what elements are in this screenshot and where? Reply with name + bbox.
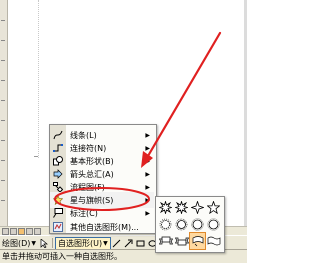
block-arrows-icon	[53, 169, 63, 179]
margin-corner	[34, 156, 38, 157]
draw-menu-button[interactable]: 绘图(D) ▼	[0, 237, 38, 249]
rectangle-tool-icon[interactable]	[136, 238, 146, 248]
menu-item-label: 基本形状(B)	[70, 156, 114, 166]
stars-banners-icon	[52, 194, 64, 205]
submenu-arrow-icon: ▶	[145, 144, 150, 152]
up-ribbon-icon[interactable]	[158, 233, 173, 249]
autoshapes-menu-button[interactable]: 自选图形(U) ▼	[55, 236, 111, 250]
right-edge	[244, 0, 247, 233]
select-arrow-icon[interactable]	[39, 238, 49, 248]
explosion-2-icon[interactable]	[174, 199, 189, 215]
down-ribbon-icon[interactable]	[174, 233, 189, 249]
status-text: 单击并拖动可插入一种自选图形。	[2, 252, 122, 261]
menu-item-label: 流程图(F)	[70, 182, 105, 192]
callouts-icon	[53, 208, 63, 218]
submenu-arrow-icon: ▶	[145, 157, 150, 165]
submenu-arrow-icon: ▶	[145, 196, 150, 204]
submenu-arrow-icon: ▶	[145, 170, 150, 178]
scroll-left-button[interactable]	[34, 228, 41, 235]
explosion-1-icon[interactable]	[158, 199, 173, 215]
star-4-icon[interactable]	[190, 199, 205, 215]
autoshapes-label: 自选图形(U)	[58, 238, 103, 248]
view-button-normal[interactable]	[2, 228, 9, 235]
submenu-arrow-icon: ▶	[145, 183, 150, 191]
draw-label: 绘图(D)	[2, 238, 31, 248]
submenu-arrow-icon: ▶	[145, 131, 150, 139]
connectors-icon	[53, 143, 63, 153]
stars-banners-submenu	[155, 196, 225, 253]
arrow-tool-icon[interactable]	[124, 238, 134, 248]
menu-item-more-autoshapes[interactable]: 其他自选图形(M)...	[50, 219, 154, 235]
star-32-icon[interactable]	[206, 216, 221, 232]
star-8-icon[interactable]	[158, 216, 173, 232]
lines-icon	[53, 130, 63, 140]
autoshapes-menu: 线条(L) ▶ 连接符(N) ▶ 基本形状(B) ▶ 箭头总汇(A) ▶ 流程图…	[49, 124, 157, 234]
submenu-arrow-icon: ▶	[145, 209, 150, 217]
view-button-web[interactable]	[10, 228, 17, 235]
basic-shapes-icon	[53, 156, 63, 166]
menu-item-label: 连接符(N)	[70, 143, 107, 153]
line-tool-icon[interactable]	[112, 238, 122, 248]
curved-ribbon-icon[interactable]	[189, 232, 206, 250]
menu-item-label: 线条(L)	[70, 130, 97, 140]
star-16-icon[interactable]	[174, 216, 189, 232]
menu-item-label: 箭头总汇(A)	[70, 169, 114, 179]
more-autoshapes-icon	[53, 222, 63, 232]
star-24-icon[interactable]	[190, 216, 205, 232]
flowchart-icon	[53, 182, 64, 193]
menu-item-label: 星与旗帜(S)	[70, 195, 114, 205]
menu-item-label: 标注(C)	[70, 208, 98, 218]
star-5-icon[interactable]	[206, 199, 221, 215]
view-button-print[interactable]	[18, 228, 25, 235]
vertical-ruler	[0, 0, 8, 233]
margin-guide	[38, 0, 39, 158]
view-button-outline[interactable]	[26, 228, 33, 235]
wave-icon[interactable]	[206, 233, 221, 249]
menu-item-label: 其他自选图形(M)...	[70, 222, 139, 232]
